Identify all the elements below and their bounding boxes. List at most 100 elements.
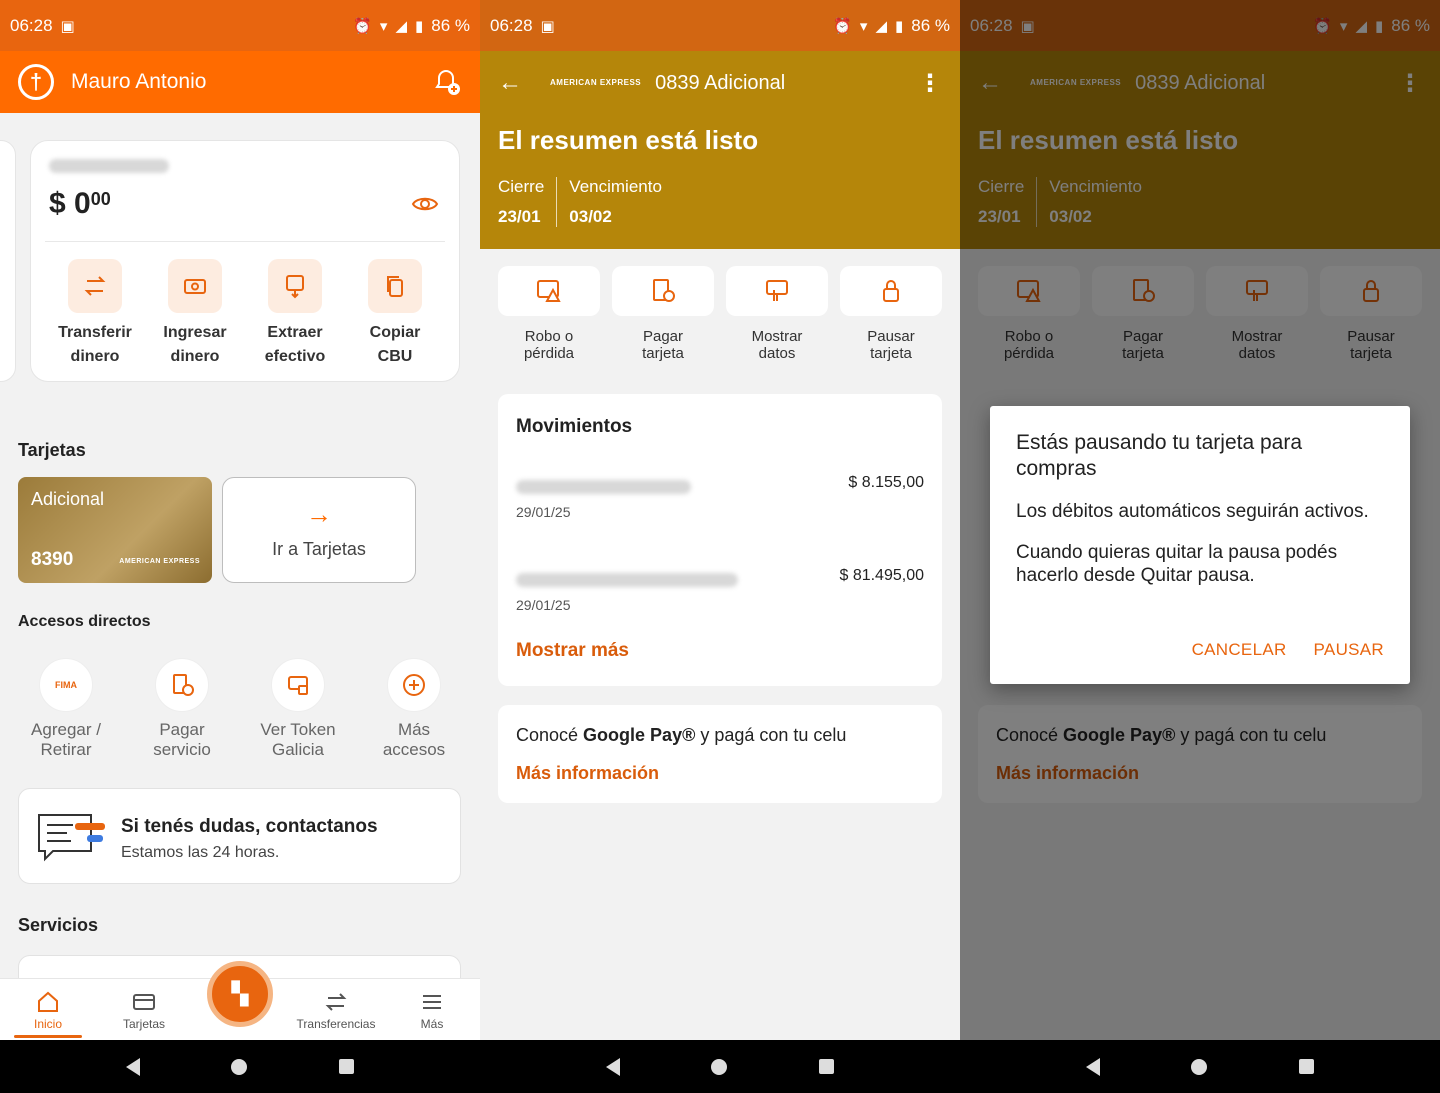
card-quick-actions: Robo o pérdida Pagar tarjeta Mostrar dat… xyxy=(498,266,942,362)
additional-card[interactable]: Adicional 8390 AMERICAN EXPRESS xyxy=(18,477,212,583)
movement-date: 29/01/25 xyxy=(516,504,571,520)
shortcut-view-token[interactable]: Ver Token Galicia xyxy=(240,658,356,760)
shortcut-add-withdraw[interactable]: FIMA Agregar / Retirar xyxy=(8,658,124,760)
home-nav-icon[interactable] xyxy=(231,1058,248,1075)
pause-button[interactable]: PAUSAR xyxy=(1314,640,1384,660)
android-nav-bar xyxy=(0,1040,480,1093)
theft-loss-button[interactable]: Robo o pérdida xyxy=(498,266,600,362)
pay-card-button[interactable]: Pagar tarjeta xyxy=(612,266,714,362)
nav-label: Transferencias xyxy=(296,1016,376,1031)
back-nav-icon[interactable] xyxy=(605,1057,620,1076)
shortcuts-section-title: Accesos directos xyxy=(18,613,151,630)
account-card: $ 000 Transferir dinero Ingresar dinero … xyxy=(30,140,460,382)
closing-label: Cierre xyxy=(498,177,545,196)
alarm-icon: ⏰ xyxy=(353,17,372,35)
action-label: Pausar tarjeta xyxy=(867,328,915,362)
nav-transfers[interactable]: Transferencias xyxy=(288,979,384,1040)
card-detail-screen: 06:28 ▣ ⏰ ▾ ◢ ▮ 86 % ← AMERICAN EXPRESS … xyxy=(480,0,960,1093)
withdraw-cash-label: Extraer efectivo xyxy=(264,324,326,365)
back-nav-icon[interactable] xyxy=(125,1057,140,1076)
show-more-link[interactable]: Mostrar más xyxy=(516,640,629,662)
nav-home[interactable]: Inicio xyxy=(0,979,96,1040)
signal-icon: ◢ xyxy=(395,17,407,35)
movement-row[interactable]: $ 81.495,00 29/01/25 xyxy=(516,567,924,627)
nav-cards[interactable]: Tarjetas xyxy=(96,979,192,1040)
dialog-message-debits: Los débitos automáticos seguirán activos… xyxy=(1016,501,1369,522)
withdraw-cash-button[interactable]: Extraer efectivo xyxy=(247,259,343,369)
closing-date: Cierre 23/01 xyxy=(498,177,556,227)
signal-icon: ◢ xyxy=(875,17,887,35)
show-balance-eye-icon[interactable] xyxy=(411,193,439,215)
nav-more[interactable]: Más xyxy=(384,979,480,1040)
divider xyxy=(45,241,445,242)
copy-cbu-label: Copiar CBU xyxy=(369,324,421,365)
movement-row[interactable]: $ 8.155,00 29/01/25 xyxy=(516,474,924,534)
help-title: Si tenés dudas, contactanos xyxy=(121,816,378,837)
help-contact-card[interactable]: Si tenés dudas, contactanos Estamos las … xyxy=(18,788,461,884)
movement-amount: $ 8.155,00 xyxy=(848,474,924,491)
deposit-money-button[interactable]: Ingresar dinero xyxy=(147,259,243,369)
notifications-bell-icon[interactable] xyxy=(432,67,462,97)
bank-logo-icon[interactable]: † xyxy=(18,64,54,100)
recents-nav-icon[interactable] xyxy=(819,1059,835,1074)
copy-cbu-button[interactable]: Copiar CBU xyxy=(347,259,443,369)
transfer-arrows-icon xyxy=(325,992,347,1011)
app-header: † Mauro Antonio xyxy=(0,51,480,113)
movements-title: Movimientos xyxy=(516,416,633,437)
pause-card-button[interactable]: Pausar tarjeta xyxy=(840,266,942,362)
cards-section-title: Tarjetas xyxy=(18,440,86,460)
recents-nav-icon[interactable] xyxy=(339,1059,355,1074)
card-header: ← AMERICAN EXPRESS 0839 Adicional ⋮ El r… xyxy=(480,51,960,249)
modo-center-button[interactable]: ▚ xyxy=(207,961,273,1027)
wifi-icon: ▾ xyxy=(379,17,388,35)
back-nav-icon[interactable] xyxy=(1085,1057,1100,1076)
shortcut-more-access[interactable]: Más accesos xyxy=(356,658,472,760)
movement-description-blurred xyxy=(516,573,738,587)
wifi-icon: ▾ xyxy=(859,17,868,35)
android-nav-bar xyxy=(960,1040,1440,1093)
movements-card: Movimientos $ 8.155,00 29/01/25 $ 81.495… xyxy=(498,394,942,686)
movement-date: 29/01/25 xyxy=(516,597,571,613)
show-data-button[interactable]: Mostrar datos xyxy=(726,266,828,362)
back-arrow-icon[interactable]: ← xyxy=(498,69,522,97)
closing-value: 23/01 xyxy=(498,207,541,226)
amex-logo: AMERICAN EXPRESS xyxy=(550,78,642,87)
recents-nav-icon[interactable] xyxy=(1299,1059,1315,1074)
more-options-icon[interactable]: ⋮ xyxy=(918,69,942,98)
help-subtitle: Estamos las 24 horas. xyxy=(121,844,280,861)
battery-icon: ▮ xyxy=(894,17,904,35)
card-last-digits: 8390 xyxy=(31,549,74,570)
home-nav-icon[interactable] xyxy=(711,1058,728,1075)
services-section-title: Servicios xyxy=(18,915,99,935)
notification-icon: ▣ xyxy=(60,17,75,35)
dialog-actions: CANCELAR PAUSAR xyxy=(1192,640,1384,660)
deposit-money-label: Ingresar dinero xyxy=(163,324,227,365)
more-info-link[interactable]: Más información xyxy=(516,763,659,784)
card-icon xyxy=(133,993,155,1010)
statement-title: El resumen está listo xyxy=(498,125,759,155)
statement-dates: Cierre 23/01 Vencimiento 03/02 xyxy=(498,177,674,227)
card-toolbar: ← AMERICAN EXPRESS 0839 Adicional ⋮ xyxy=(498,69,942,97)
go-to-cards-button[interactable]: → Ir a Tarjetas xyxy=(222,477,416,583)
google-pay-text: Conocé Google Pay® y pagá con tu celu xyxy=(516,725,847,745)
card-label: Adicional xyxy=(31,489,105,509)
action-label: Pagar tarjeta xyxy=(642,328,684,362)
due-label: Vencimiento xyxy=(569,177,662,196)
action-label: Mostrar datos xyxy=(751,328,803,362)
cancel-button[interactable]: CANCELAR xyxy=(1192,640,1287,660)
status-time: 06:28 xyxy=(490,15,533,35)
shortcut-label: Más accesos xyxy=(382,720,446,759)
pay-bill-icon xyxy=(155,658,209,712)
transfer-icon xyxy=(68,259,122,313)
home-nav-icon[interactable] xyxy=(1191,1058,1208,1075)
alarm-icon: ⏰ xyxy=(833,17,852,35)
google-pay-card: Conocé Google Pay® y pagá con tu celu Má… xyxy=(498,705,942,803)
shortcut-pay-service[interactable]: Pagar servicio xyxy=(124,658,240,760)
previous-account-card-peek[interactable] xyxy=(0,140,16,382)
pause-card-dialog-screen: 06:28 ▣ ⏰ ▾ ◢ ▮ 86 % ← AMERICAN EXPRESS … xyxy=(960,0,1440,1093)
pause-card-dialog: Estás pausando tu tarjeta para compras L… xyxy=(990,406,1410,684)
transfer-money-button[interactable]: Transferir dinero xyxy=(47,259,143,369)
go-to-cards-label: Ir a Tarjetas xyxy=(272,538,366,559)
movement-description-blurred xyxy=(516,480,691,494)
shortcut-label: Ver Token Galicia xyxy=(260,720,336,759)
